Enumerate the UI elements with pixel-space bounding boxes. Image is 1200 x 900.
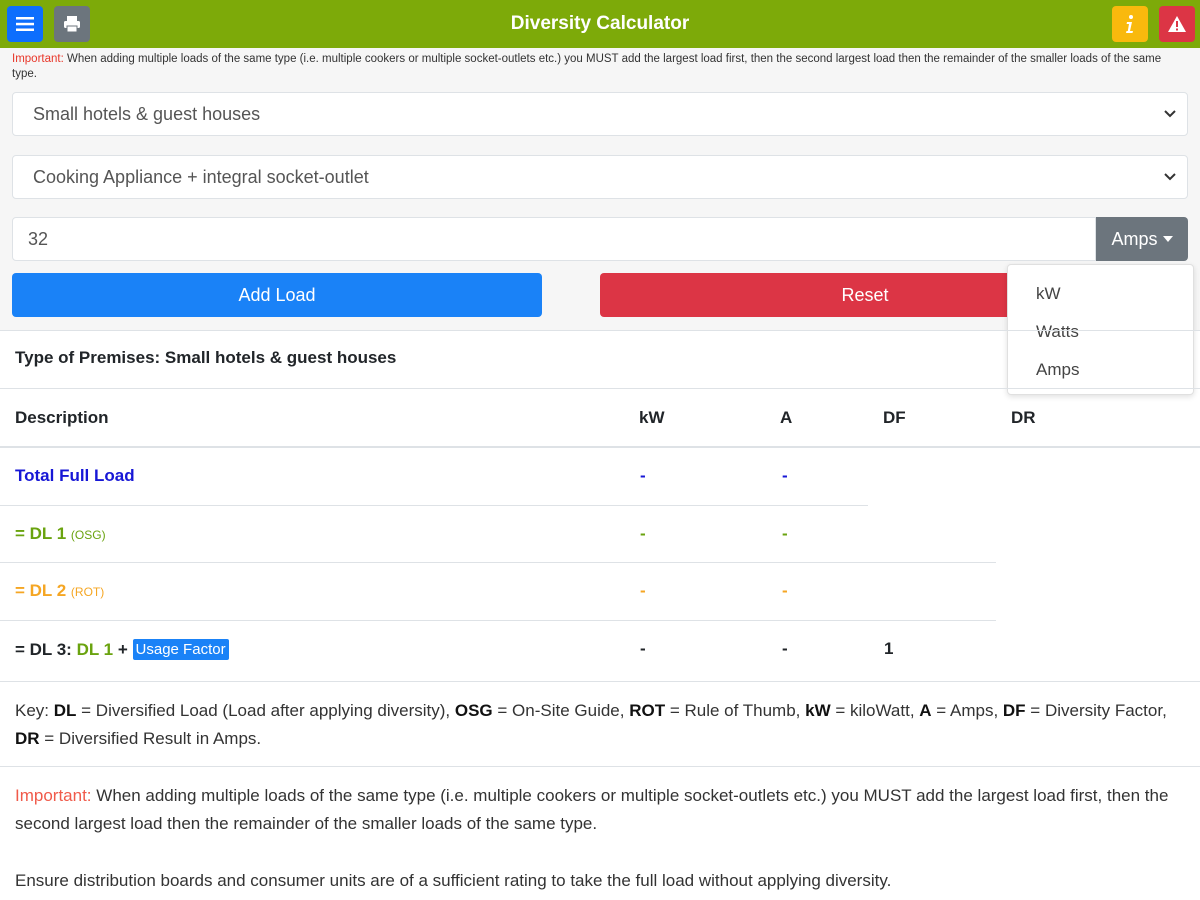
- unit-dropdown-button[interactable]: Amps: [1096, 217, 1188, 261]
- col-header-a: A: [780, 408, 793, 427]
- row-total-full-load: Total Full Load: [15, 466, 135, 485]
- col-header-dr: DR: [1011, 408, 1036, 427]
- key-a-desc: = Amps,: [931, 701, 1003, 720]
- total-kw-value: -: [640, 466, 646, 485]
- key-dr-desc: = Diversified Result in Amps.: [39, 729, 262, 748]
- appliance-select[interactable]: Cooking Appliance + integral socket-outl…: [12, 155, 1188, 199]
- dl2-a-value: -: [782, 581, 788, 600]
- divider: [0, 330, 1200, 331]
- divider: [0, 505, 868, 506]
- important-label: Important:: [12, 53, 64, 65]
- caret-down-icon: [1162, 236, 1173, 242]
- dl1-label: = DL 1: [15, 524, 67, 543]
- dl3-kw-value: -: [640, 639, 646, 658]
- add-load-button[interactable]: Add Load: [12, 273, 542, 317]
- key-prefix: Key:: [15, 701, 54, 720]
- key-a: A: [919, 701, 932, 720]
- unit-option-watts[interactable]: Watts: [1036, 322, 1079, 342]
- divider: [0, 446, 1200, 448]
- row-dl3: = DL 3: DL 1 + Usage Factor: [15, 639, 229, 660]
- col-header-kw: kW: [639, 408, 665, 427]
- key-osg-desc: = On-Site Guide,: [492, 701, 630, 720]
- key-osg: OSG: [454, 701, 493, 720]
- key-df-desc: = Diversity Factor,: [1025, 701, 1167, 720]
- dl3-df-value: 1: [884, 639, 894, 658]
- premises-heading: Type of Premises: Small hotels & guest h…: [15, 348, 397, 367]
- important-note-text: When adding multiple loads of the same t…: [15, 786, 1169, 833]
- divider: [0, 388, 1200, 389]
- unit-option-amps[interactable]: Amps: [1036, 360, 1079, 380]
- warning-triangle-icon: [1168, 16, 1186, 32]
- dl3-prefix: = DL 3:: [15, 640, 72, 659]
- row-dl2: = DL 2 (ROT): [15, 581, 104, 601]
- ensure-note: Ensure distribution boards and consumer …: [15, 871, 892, 890]
- usage-factor-badge[interactable]: Usage Factor: [132, 639, 229, 660]
- divider: [0, 620, 996, 621]
- important-label: Important:: [15, 786, 92, 805]
- dl2-kw-value: -: [640, 581, 646, 600]
- dl3-dl1-ref: DL 1: [76, 640, 114, 659]
- chevron-down-icon: [1164, 110, 1176, 118]
- load-value-input[interactable]: 32: [12, 217, 1096, 261]
- unit-option-kw[interactable]: kW: [1036, 284, 1061, 304]
- warning-button[interactable]: [1159, 6, 1195, 42]
- key-rot-desc: = Rule of Thumb,: [665, 701, 806, 720]
- chevron-down-icon: [1164, 173, 1176, 181]
- divider: [0, 766, 1200, 767]
- key-dl: DL: [53, 701, 77, 720]
- important-note: Important: When adding multiple loads of…: [15, 782, 1185, 838]
- dl1-a-value: -: [782, 524, 788, 543]
- dl2-label: = DL 2: [15, 581, 67, 600]
- premises-select[interactable]: Small hotels & guest houses: [12, 92, 1188, 136]
- premises-select-value: Small hotels & guest houses: [33, 104, 261, 124]
- dl1-tag: (OSG): [70, 528, 106, 542]
- key-df: DF: [1002, 701, 1026, 720]
- key-dr: DR: [15, 729, 40, 748]
- info-icon: [1126, 15, 1133, 33]
- row-dl1: = DL 1 (OSG): [15, 524, 106, 544]
- col-header-description: Description: [15, 408, 109, 427]
- app-title: Diversity Calculator: [510, 13, 690, 34]
- dl3-a-value: -: [782, 639, 788, 658]
- top-important-notice: Important: When adding multiple loads of…: [12, 52, 1182, 82]
- appliance-select-value: Cooking Appliance + integral socket-outl…: [33, 167, 369, 187]
- dl3-plus: +: [117, 640, 128, 659]
- divider: [0, 562, 996, 563]
- key-kw-desc: = kiloWatt,: [830, 701, 920, 720]
- total-a-value: -: [782, 466, 788, 485]
- key-dl-desc: = Diversified Load (Load after applying …: [76, 701, 455, 720]
- col-header-df: DF: [883, 408, 906, 427]
- info-button[interactable]: [1112, 6, 1148, 42]
- key-rot: ROT: [629, 701, 666, 720]
- key-kw: kW: [805, 701, 831, 720]
- dl1-kw-value: -: [640, 524, 646, 543]
- divider: [0, 681, 1200, 682]
- unit-button-label: Amps: [1111, 229, 1158, 249]
- dl2-tag: (ROT): [70, 585, 105, 599]
- notice-text: When adding multiple loads of the same t…: [12, 53, 1162, 80]
- key-legend: Key: DL = Diversified Load (Load after a…: [15, 697, 1185, 753]
